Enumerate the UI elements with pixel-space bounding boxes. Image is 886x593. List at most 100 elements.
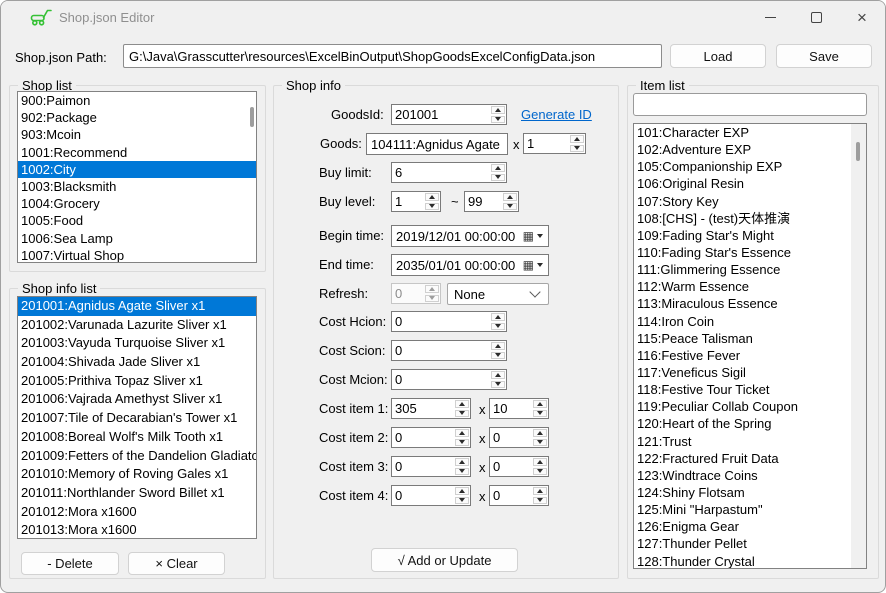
path-input[interactable] <box>123 44 662 68</box>
list-item[interactable]: 201013:Mora x1600 <box>18 521 256 539</box>
spinner-down-button[interactable] <box>425 203 439 211</box>
spinner-down-button[interactable] <box>491 116 505 124</box>
list-item[interactable]: 105:Companionship EXP <box>634 158 866 175</box>
close-button[interactable]: × <box>839 1 885 33</box>
list-item[interactable]: 201002:Varunada Lazurite Sliver x1 <box>18 316 256 335</box>
list-item[interactable]: 201006:Vajrada Amethyst Sliver x1 <box>18 390 256 409</box>
list-item[interactable]: 102:Adventure EXP <box>634 141 866 158</box>
list-item[interactable]: 902:Package <box>18 109 256 126</box>
list-item[interactable]: 1004:Grocery <box>18 195 256 212</box>
item-listbox[interactable]: 101:Character EXP102:Adventure EXP105:Co… <box>633 123 867 569</box>
list-item[interactable]: 114:Iron Coin <box>634 313 866 330</box>
clear-button[interactable]: × Clear <box>128 552 225 575</box>
spinner-up-button[interactable] <box>491 106 505 114</box>
list-item[interactable]: 1006:Sea Lamp <box>18 230 256 247</box>
list-item[interactable]: 110:Fading Star's Essence <box>634 244 866 261</box>
shop-info-listbox[interactable]: 201001:Agnidus Agate Sliver x1201002:Var… <box>17 296 257 539</box>
list-item[interactable]: 201011:Northlander Sword Billet x1 <box>18 484 256 503</box>
list-item[interactable]: 1007:Virtual Shop <box>18 247 256 263</box>
list-item[interactable]: 201008:Boreal Wolf's Milk Tooth x1 <box>18 428 256 447</box>
list-item[interactable]: 101:Character EXP <box>634 124 866 141</box>
cost-item-2-id-input[interactable] <box>392 428 455 447</box>
cost-scion-input[interactable] <box>392 341 491 360</box>
spinner-up-button[interactable] <box>491 342 505 350</box>
list-item[interactable]: 118:Festive Tour Ticket <box>634 381 866 398</box>
list-item[interactable]: 119:Peculiar Collab Coupon <box>634 398 866 415</box>
buy-level-min-input[interactable] <box>392 192 425 211</box>
spinner-down-button[interactable] <box>455 439 469 447</box>
list-item[interactable]: 112:Warm Essence <box>634 278 866 295</box>
cost-mcion-input[interactable] <box>392 370 491 389</box>
list-item[interactable]: 116:Festive Fever <box>634 347 866 364</box>
buy-level-max-spinner[interactable] <box>464 191 519 212</box>
spinner-up-button[interactable] <box>425 285 439 293</box>
buy-level-max-input[interactable] <box>465 192 503 211</box>
spinner-down-button[interactable] <box>491 381 505 389</box>
spinner-up-button[interactable] <box>533 458 547 466</box>
refresh-type-select[interactable]: None <box>447 283 549 305</box>
spinner-up-button[interactable] <box>491 313 505 321</box>
list-item[interactable]: 201004:Shivada Jade Sliver x1 <box>18 353 256 372</box>
spinner-up-button[interactable] <box>491 371 505 379</box>
maximize-button[interactable] <box>793 1 839 33</box>
cost-item-1-count-input[interactable] <box>490 399 533 418</box>
save-button[interactable]: Save <box>776 44 872 68</box>
list-item[interactable]: 123:Windtrace Coins <box>634 467 866 484</box>
list-item[interactable]: 127:Thunder Pellet <box>634 535 866 552</box>
load-button[interactable]: Load <box>670 44 766 68</box>
cost-hcion-input[interactable] <box>392 312 491 331</box>
spinner-down-button[interactable] <box>533 497 547 505</box>
list-item[interactable]: 107:Story Key <box>634 193 866 210</box>
list-item[interactable]: 1005:Food <box>18 212 256 229</box>
cost-item-1-id-spinner[interactable] <box>391 398 471 419</box>
spinner-down-button[interactable] <box>491 323 505 331</box>
spinner-down-button[interactable] <box>533 410 547 418</box>
list-item[interactable]: 109:Fading Star's Might <box>634 227 866 244</box>
shop-list-scrollbar-thumb[interactable] <box>250 107 254 127</box>
list-item[interactable]: 117:Veneficus Sigil <box>634 364 866 381</box>
generate-id-link[interactable]: Generate ID <box>521 107 592 122</box>
cost-item-4-id-spinner[interactable] <box>391 485 471 506</box>
list-item[interactable]: 108:[CHS] - (test)天体推演 <box>634 210 866 227</box>
shop-listbox[interactable]: 900:Paimon902:Package903:Mcoin1001:Recom… <box>17 91 257 263</box>
list-item[interactable]: 1003:Blacksmith <box>18 178 256 195</box>
spinner-up-button[interactable] <box>533 400 547 408</box>
spinner-up-button[interactable] <box>533 487 547 495</box>
list-item[interactable]: 128:Thunder Crystal <box>634 553 866 569</box>
list-item[interactable]: 201003:Vayuda Turquoise Sliver x1 <box>18 334 256 353</box>
spinner-down-button[interactable] <box>491 174 505 182</box>
cost-item-3-count-input[interactable] <box>490 457 533 476</box>
add-or-update-button[interactable]: √ Add or Update <box>371 548 518 572</box>
spinner-up-button[interactable] <box>455 487 469 495</box>
list-item[interactable]: 900:Paimon <box>18 92 256 109</box>
list-item[interactable]: 903:Mcoin <box>18 126 256 143</box>
spinner-up-button[interactable] <box>533 429 547 437</box>
list-item[interactable]: 111:Glimmering Essence <box>634 261 866 278</box>
list-item[interactable]: 121:Trust <box>634 433 866 450</box>
list-item[interactable]: 115:Peace Talisman <box>634 330 866 347</box>
cost-item-3-id-input[interactable] <box>392 457 455 476</box>
spinner-up-button[interactable] <box>570 135 584 143</box>
title-bar[interactable]: Shop.json Editor × <box>1 1 885 33</box>
cost-item-2-id-spinner[interactable] <box>391 427 471 448</box>
spinner-up-button[interactable] <box>491 164 505 172</box>
begin-time-picker[interactable]: 2019/12/01 00:00:00 ▦ <box>391 225 549 247</box>
cost-item-3-count-spinner[interactable] <box>489 456 549 477</box>
item-search-input[interactable] <box>633 93 867 116</box>
list-item[interactable]: 126:Enigma Gear <box>634 518 866 535</box>
buy-level-min-spinner[interactable] <box>391 191 441 212</box>
list-item[interactable]: 124:Shiny Flotsam <box>634 484 866 501</box>
cost-item-2-count-spinner[interactable] <box>489 427 549 448</box>
dropdown-arrow-icon[interactable] <box>537 234 543 238</box>
spinner-down-button[interactable] <box>533 439 547 447</box>
item-list-scrollbar-thumb[interactable] <box>856 142 860 161</box>
list-item[interactable]: 201005:Prithiva Topaz Sliver x1 <box>18 372 256 391</box>
spinner-up-button[interactable] <box>455 400 469 408</box>
minimize-button[interactable] <box>747 1 793 33</box>
delete-button[interactable]: - Delete <box>21 552 119 575</box>
item-list-scrollbar-track[interactable] <box>851 124 866 568</box>
list-item[interactable]: 122:Fractured Fruit Data <box>634 450 866 467</box>
buy-limit-spinner[interactable] <box>391 162 507 183</box>
spinner-down-button[interactable] <box>533 468 547 476</box>
goodsid-spinner[interactable] <box>391 104 507 125</box>
